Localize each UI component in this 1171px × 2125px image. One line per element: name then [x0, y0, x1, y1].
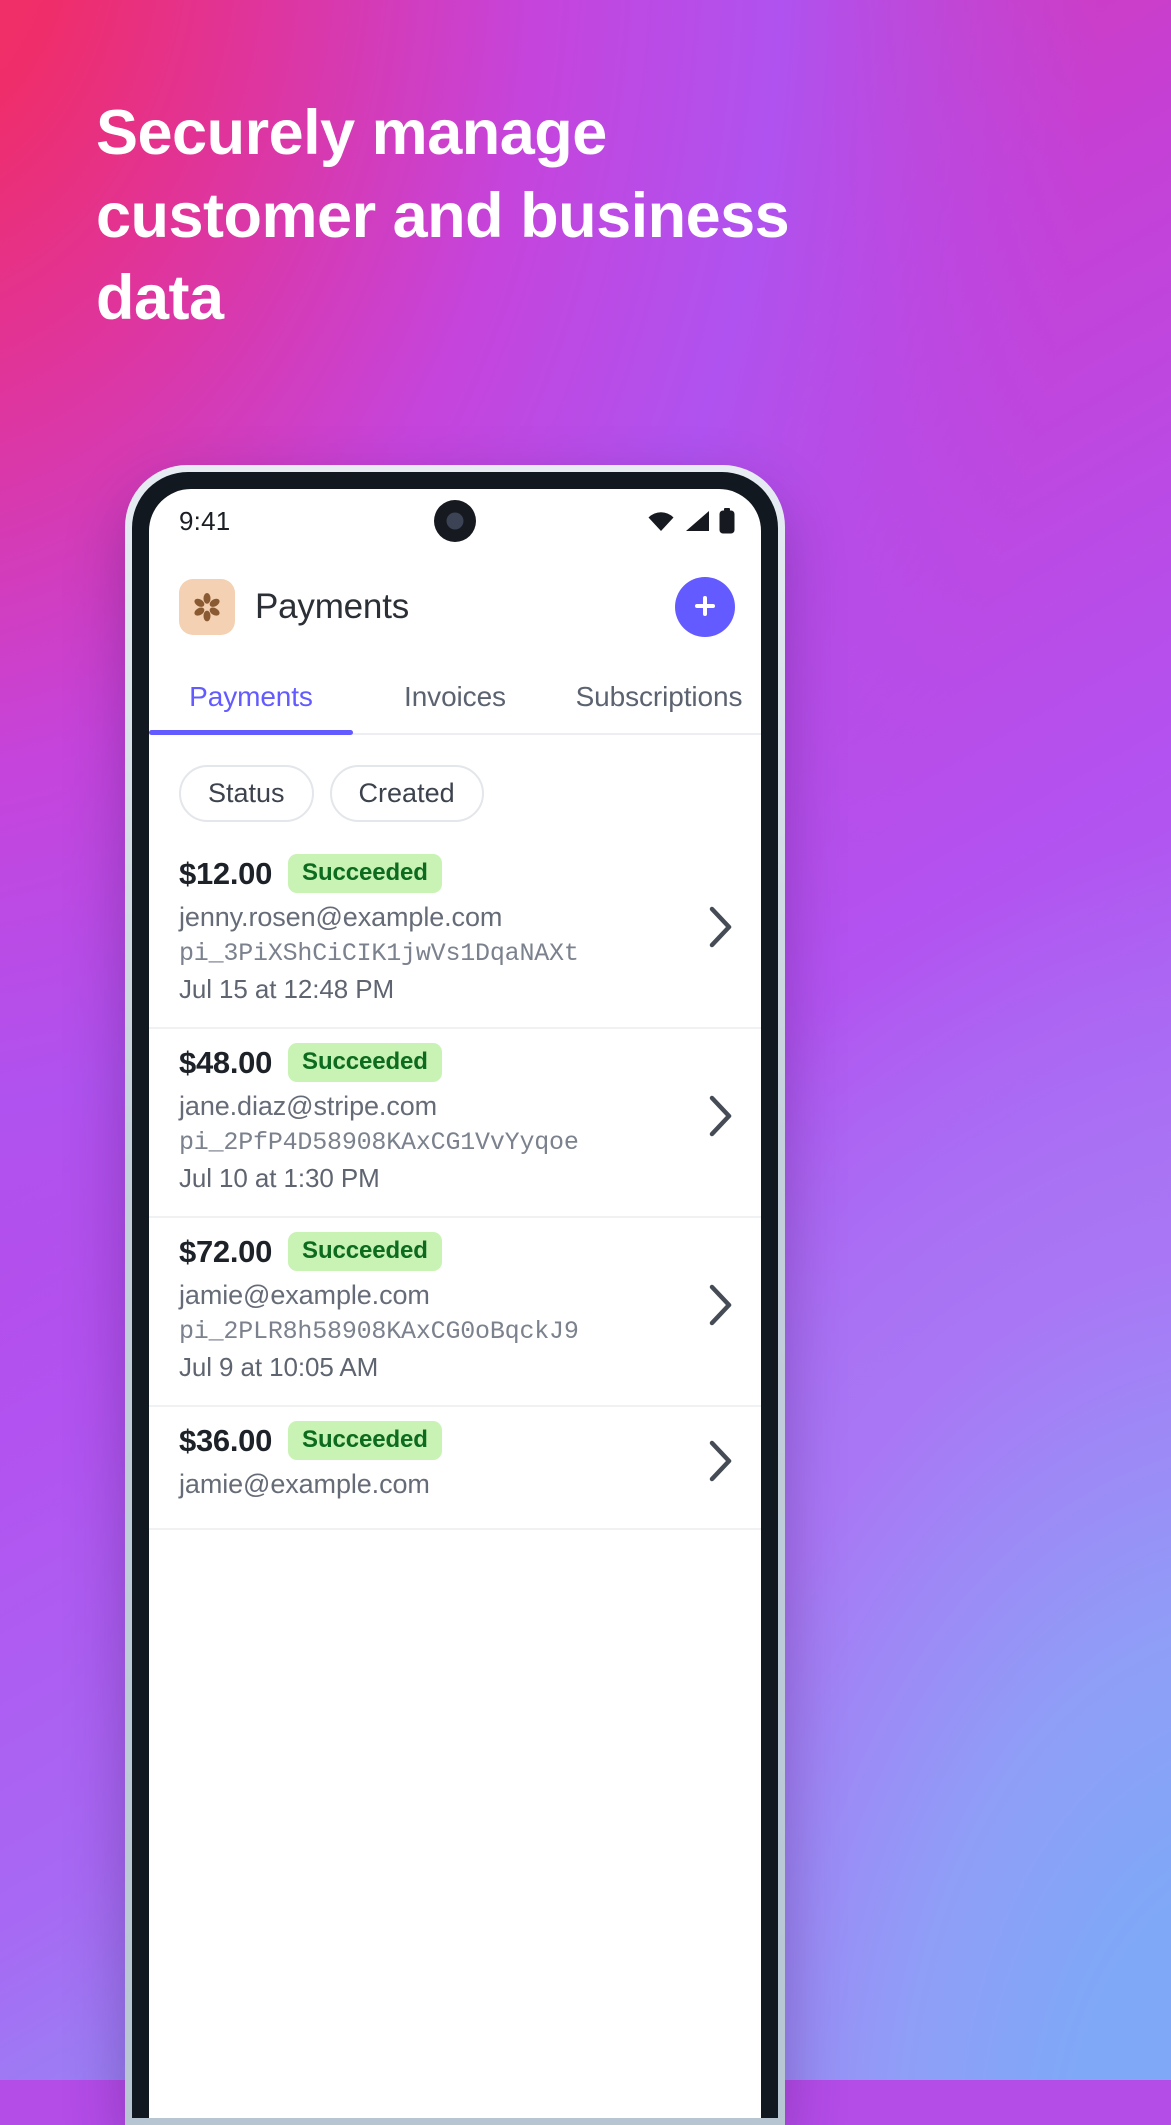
payment-id: pi_3PiXShCiCIK1jwVs1DqaNAXt — [179, 939, 579, 968]
payment-date: Jul 10 at 1:30 PM — [179, 1163, 380, 1193]
status-badge: Succeeded — [288, 1043, 442, 1082]
chevron-right-icon — [705, 1093, 735, 1144]
filter-created[interactable]: Created — [329, 765, 484, 822]
payment-details: $48.00 Succeeded jane.diaz@stripe.com pi… — [179, 1043, 691, 1194]
table-row[interactable]: $12.00 Succeeded jenny.rosen@example.com… — [149, 840, 761, 1029]
app-title: Payments — [255, 587, 410, 626]
cellular-signal-icon — [684, 510, 710, 532]
chevron-right-icon — [705, 1282, 735, 1333]
phone-mockup: 9:41 Payments Payments Invoices Subscrip… — [125, 465, 785, 2125]
add-payment-button[interactable] — [675, 577, 735, 637]
status-badge: Succeeded — [288, 1232, 442, 1271]
payment-amount: $72.00 — [179, 1233, 273, 1269]
app-header: Payments — [149, 553, 761, 661]
tab-subscriptions[interactable]: Subscriptions — [557, 661, 761, 733]
payment-date: Jul 9 at 10:05 AM — [179, 1352, 379, 1382]
payment-date: Jul 15 at 12:48 PM — [179, 974, 394, 1004]
payment-summary: $48.00 Succeeded — [179, 1043, 691, 1082]
tab-bar: Payments Invoices Subscriptions — [149, 661, 761, 735]
tab-invoices[interactable]: Invoices — [353, 661, 557, 733]
payment-amount: $48.00 — [179, 1044, 273, 1080]
front-camera-punch-hole — [434, 500, 476, 542]
payment-details: $72.00 Succeeded jamie@example.com pi_2P… — [179, 1232, 691, 1383]
phone-screen: 9:41 Payments Payments Invoices Subscrip… — [149, 489, 761, 2118]
payment-summary: $12.00 Succeeded — [179, 854, 691, 893]
payment-details: $36.00 Succeeded jamie@example.com — [179, 1421, 691, 1506]
page-title: Securely manage customer and business da… — [96, 98, 790, 334]
table-row[interactable]: $72.00 Succeeded jamie@example.com pi_2P… — [149, 1218, 761, 1407]
payment-email: jane.diaz@stripe.com — [179, 1091, 438, 1121]
table-row[interactable]: $36.00 Succeeded jamie@example.com — [149, 1407, 761, 1530]
plus-icon — [690, 591, 720, 624]
payment-amount: $36.00 — [179, 1422, 273, 1458]
payment-summary: $72.00 Succeeded — [179, 1232, 691, 1271]
status-bar: 9:41 — [149, 489, 761, 553]
tab-payments[interactable]: Payments — [149, 661, 353, 735]
payment-email: jamie@example.com — [179, 1469, 430, 1499]
phone-bezel: 9:41 Payments Payments Invoices Subscrip… — [132, 472, 778, 2118]
wifi-icon — [647, 510, 675, 532]
payment-id: pi_2PfP4D58908KAxCG1VvYyqoe — [179, 1128, 579, 1157]
status-bar-time: 9:41 — [179, 505, 231, 536]
payment-email: jenny.rosen@example.com — [179, 902, 503, 932]
filter-row: Status Created — [149, 735, 761, 840]
payment-list: $12.00 Succeeded jenny.rosen@example.com… — [149, 840, 761, 1530]
table-row[interactable]: $48.00 Succeeded jane.diaz@stripe.com pi… — [149, 1029, 761, 1218]
battery-icon — [719, 508, 735, 534]
status-badge: Succeeded — [288, 1421, 442, 1460]
chevron-right-icon — [705, 1438, 735, 1489]
stripe-account-flower-icon[interactable] — [179, 579, 235, 635]
payment-summary: $36.00 Succeeded — [179, 1421, 691, 1460]
payment-id: pi_2PLR8h58908KAxCG0oBqckJ9 — [179, 1317, 579, 1346]
payment-email: jamie@example.com — [179, 1280, 430, 1310]
chevron-right-icon — [705, 904, 735, 955]
filter-status[interactable]: Status — [179, 765, 314, 822]
status-badge: Succeeded — [288, 854, 442, 893]
status-bar-icons — [647, 508, 735, 534]
payment-amount: $12.00 — [179, 855, 273, 891]
payment-details: $12.00 Succeeded jenny.rosen@example.com… — [179, 854, 691, 1005]
